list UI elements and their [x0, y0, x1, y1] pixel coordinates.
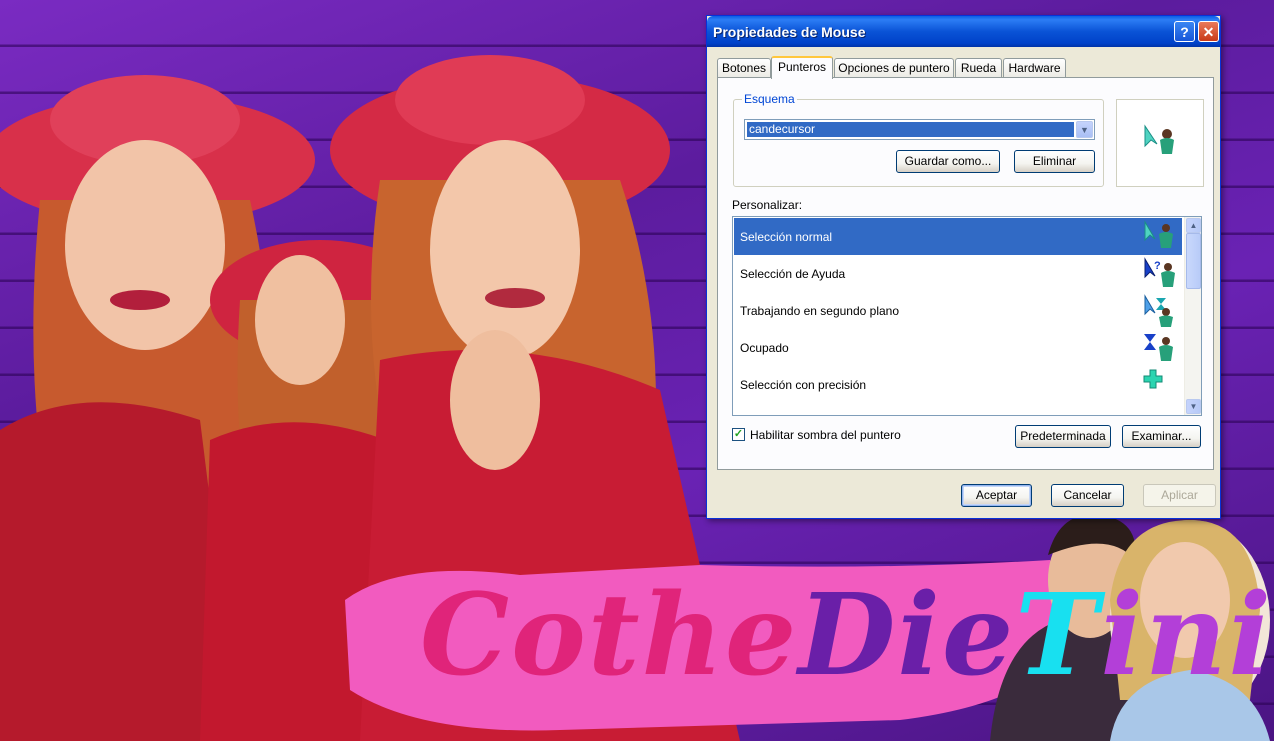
cursor-list: Selección normal Selección de Ayuda ? Tr… [732, 216, 1202, 416]
apply-button[interactable]: Aplicar [1143, 484, 1216, 507]
list-item-seleccion-de-ayuda[interactable]: Selección de Ayuda ? [734, 255, 1182, 292]
scheme-group: Esquema candecursor ▼ Guardar como... El… [733, 92, 1104, 187]
shadow-checkbox-label: Habilitar sombra del puntero [750, 428, 901, 442]
list-item-ocupado[interactable]: Ocupado [734, 329, 1182, 366]
list-item-seleccion-con-precision[interactable]: Selección con precisión [734, 366, 1182, 403]
banner-text-part1: Cothe [420, 570, 799, 701]
working-background-cursor-icon [1144, 294, 1173, 327]
shadow-checkbox[interactable]: ✓ [732, 428, 745, 441]
list-item-label: Ocupado [740, 341, 789, 355]
list-item-label: Trabajando en segundo plano [740, 304, 900, 318]
banner-title: CotheDieTini [420, 570, 1273, 701]
cursor-preview-icon [1144, 124, 1174, 154]
tab-rueda[interactable]: Rueda [955, 58, 1002, 77]
ok-button[interactable]: Aceptar [961, 484, 1032, 507]
list-item-label: Selección con precisión [740, 378, 867, 392]
svg-text:?: ? [1154, 260, 1161, 272]
scheme-select[interactable]: candecursor ▼ [744, 119, 1095, 140]
normal-select-cursor-icon [1144, 220, 1173, 248]
save-as-button[interactable]: Guardar como... [896, 150, 1000, 173]
tab-punteros[interactable]: Punteros [771, 56, 833, 79]
dialog-title: Propiedades de Mouse [713, 24, 866, 40]
tab-opciones-de-puntero[interactable]: Opciones de puntero [834, 58, 954, 77]
list-item-seleccion-normal[interactable]: Selección normal [734, 218, 1182, 255]
punteros-panel: Esquema candecursor ▼ Guardar como... El… [717, 77, 1214, 470]
cancel-button[interactable]: Cancelar [1051, 484, 1124, 507]
tab-botones[interactable]: Botones [717, 58, 771, 77]
customize-label: Personalizar: [732, 198, 803, 212]
cursor-preview [1116, 99, 1204, 187]
title-bar[interactable]: Propiedades de Mouse ? ✕ [707, 16, 1220, 47]
help-select-cursor-icon: ? [1144, 257, 1175, 287]
banner-text-part3: T [1015, 570, 1101, 701]
list-item-trabajando-en-segundo-plano[interactable]: Trabajando en segundo plano [734, 292, 1182, 329]
scheme-group-label: Esquema [742, 92, 797, 106]
scroll-down-icon[interactable]: ▼ [1186, 399, 1201, 414]
banner-text-part2: Die [798, 570, 1016, 701]
scroll-up-icon[interactable]: ▲ [1186, 218, 1201, 233]
default-button[interactable]: Predeterminada [1015, 425, 1111, 448]
banner-text-part4: ini [1100, 570, 1274, 701]
mouse-properties-dialog: Propiedades de Mouse ? ✕ Botones Puntero… [706, 15, 1221, 519]
scroll-thumb[interactable] [1186, 233, 1201, 289]
question-icon[interactable]: ? [1174, 21, 1195, 42]
chevron-down-icon[interactable]: ▼ [1076, 121, 1093, 138]
list-item-label: Selección de Ayuda [740, 267, 846, 281]
delete-button[interactable]: Eliminar [1014, 150, 1095, 173]
precision-cross-cursor-icon [1143, 369, 1163, 389]
tab-hardware[interactable]: Hardware [1003, 58, 1066, 77]
list-item-label: Selección normal [740, 230, 833, 244]
busy-cursor-icon [1144, 334, 1173, 361]
close-icon[interactable]: ✕ [1198, 21, 1219, 42]
list-scrollbar[interactable]: ▲ ▼ [1184, 217, 1201, 415]
browse-button[interactable]: Examinar... [1122, 425, 1201, 448]
scheme-select-value: candecursor [747, 122, 1074, 137]
